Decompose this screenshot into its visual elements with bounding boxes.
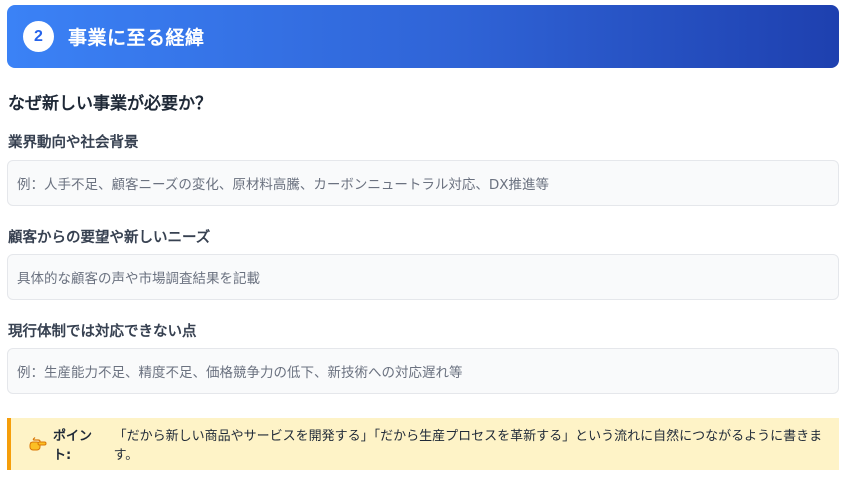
tip-callout: ポイント: 「だから新しい商品やサービスを開発する」「だから生産プロセスを革新す…: [7, 418, 839, 470]
customer-needs-field[interactable]: 具体的な顧客の声や市場調査結果を記載: [7, 254, 839, 300]
step-number-badge: 2: [23, 21, 54, 52]
field-label-current-limitations: 現行体制では対応できない点: [8, 324, 197, 340]
pointing-hand-icon: [29, 436, 47, 452]
industry-trends-field[interactable]: 例：人手不足、顧客ニーズの変化、原材料高騰、カーボンニュートラル対応、DX推進等: [7, 160, 839, 206]
field-label-customer-needs: 顧客からの要望や新しいニーズ: [8, 230, 211, 246]
section-header: 2 事業に至る経緯: [7, 5, 839, 68]
section-question: なぜ新しい事業が必要か？: [8, 94, 212, 114]
tip-label: ポイント:: [53, 429, 93, 463]
section-title: 事業に至る経緯: [68, 27, 205, 49]
current-limitations-field[interactable]: 例：生産能力不足、精度不足、価格競争力の低下、新技術への対応遅れ等: [7, 348, 839, 394]
field-label-industry-trends: 業界動向や社会背景: [8, 135, 139, 151]
page: 2 事業に至る経緯 なぜ新しい事業が必要か？ 業界動向や社会背景 例：人手不足、…: [0, 0, 848, 484]
tip-text: 「だから新しい商品やサービスを開発する」「だから生産プロセスを革新する」という流…: [113, 429, 823, 463]
